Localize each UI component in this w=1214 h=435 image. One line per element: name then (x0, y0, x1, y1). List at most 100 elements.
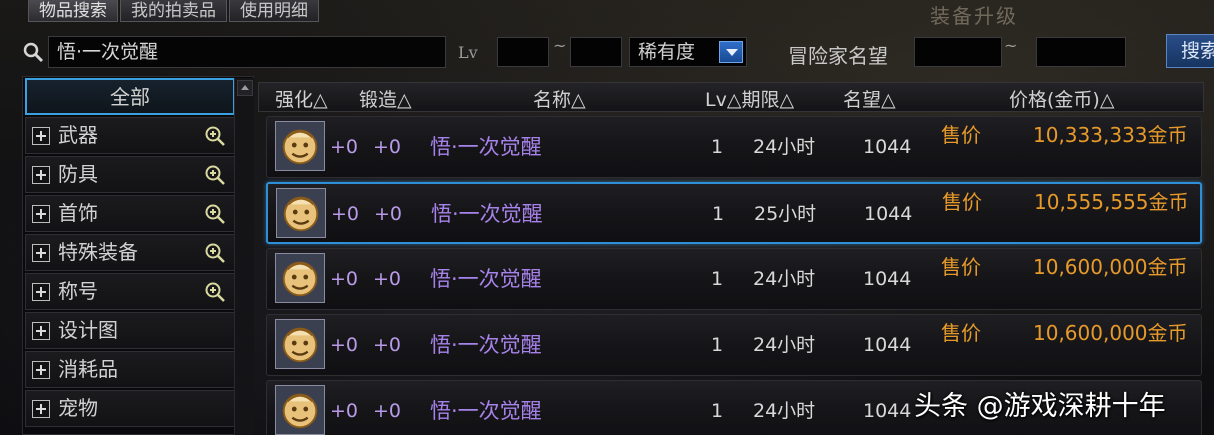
cell-period: 24小时 (753, 334, 816, 356)
adventurer-fame-label: 冒险家名望 (788, 44, 888, 68)
expand-plus-icon[interactable] (32, 283, 50, 301)
cell-lv: 1 (712, 203, 725, 225)
tab-item-search[interactable]: 物品搜索 (28, 0, 118, 22)
item-icon[interactable] (276, 188, 326, 238)
watermark: 头条 @游戏深耕十年 (914, 391, 1166, 422)
sidebar-item-label: 防具 (58, 162, 98, 186)
sidebar-item-title[interactable]: 称号 (25, 273, 235, 310)
lv-max-input[interactable] (570, 37, 622, 67)
search-icon[interactable] (22, 41, 44, 63)
cell-sale-label: 售价 (941, 321, 981, 345)
cell-forge: +0 (373, 400, 402, 422)
sidebar-item-label: 称号 (58, 279, 98, 303)
sidebar-item-consumable[interactable]: 消耗品 (25, 351, 235, 388)
cell-forge: +0 (373, 268, 402, 290)
sidebar-item-accessory[interactable]: 首饰 (25, 195, 235, 232)
cell-item-name: 悟·一次觉醒 (430, 135, 542, 159)
zoom-in-icon[interactable] (204, 203, 226, 225)
cell-strength: +0 (330, 268, 359, 290)
cell-price: 10,555,555金币 (1034, 190, 1189, 214)
scroll-up-arrow-icon[interactable] (237, 80, 253, 96)
sidebar-scrollbar[interactable] (234, 78, 254, 435)
cell-sale-label: 售价 (942, 190, 982, 214)
cell-lv: 1 (711, 268, 724, 290)
sidebar-item-pet[interactable]: 宠物 (25, 390, 235, 427)
cell-sale-label: 售价 (941, 255, 981, 279)
expand-plus-icon[interactable] (32, 400, 50, 418)
cell-item-name: 悟·一次觉醒 (431, 202, 543, 226)
sidebar-item-special-equipment[interactable]: 特殊装备 (25, 234, 235, 271)
cell-period: 25小时 (754, 203, 817, 225)
sidebar-item-all[interactable]: 全部 (25, 78, 235, 115)
zoom-in-icon[interactable] (204, 164, 226, 186)
cell-price: 10,600,000金币 (1033, 321, 1188, 345)
cell-fame: 1044 (863, 334, 912, 356)
cell-strength: +0 (330, 334, 359, 356)
item-icon[interactable] (275, 385, 325, 435)
chevron-down-icon[interactable] (719, 41, 743, 63)
expand-plus-icon[interactable] (32, 205, 50, 223)
sidebar-item-label: 设计图 (58, 318, 118, 342)
item-icon[interactable] (275, 319, 325, 369)
cell-fame: 1044 (864, 203, 913, 225)
table-row[interactable]: +0 +0 悟·一次觉醒 1 24小时 1044 售价 10,600,000金币 (266, 248, 1202, 310)
sidebar-item-label: 特殊装备 (58, 240, 138, 264)
sidebar-item-label: 首饰 (58, 201, 98, 225)
cell-price: 10,333,333金币 (1033, 123, 1188, 147)
rarity-select[interactable]: 稀有度 (629, 37, 747, 67)
tab-usage-details[interactable]: 使用明细 (229, 0, 319, 22)
results-table: 强化△ 锻造△ 名称△ Lv△期限△ 名望△ 价格(金币)△ +0 +0 悟·一… (258, 76, 1204, 435)
zoom-in-icon[interactable] (204, 125, 226, 147)
cell-strength: +0 (331, 203, 360, 225)
background-banner-text: 装备升级 (930, 4, 1018, 28)
cell-forge: +0 (373, 334, 402, 356)
table-row[interactable]: +0 +0 悟·一次觉醒 1 24小时 1044 售价 10,600,000金币 (266, 314, 1202, 376)
fame-range-tilde: ~ (1004, 36, 1018, 55)
zoom-in-icon[interactable] (204, 242, 226, 264)
cell-forge: +0 (374, 203, 403, 225)
tab-my-auctions[interactable]: 我的拍卖品 (120, 0, 227, 22)
cell-fame: 1044 (863, 400, 912, 422)
cell-lv: 1 (711, 400, 724, 422)
cell-fame: 1044 (863, 268, 912, 290)
cell-sale-label: 售价 (941, 123, 981, 147)
lv-label: Lv (458, 43, 478, 62)
header-name[interactable]: 名称△ (533, 85, 586, 112)
table-row[interactable]: +0 +0 悟·一次觉醒 1 24小时 1044 售价 10,333,333金币 (266, 116, 1202, 178)
cell-item-name: 悟·一次觉醒 (430, 399, 542, 423)
cell-lv: 1 (711, 136, 724, 158)
cell-period: 24小时 (753, 400, 816, 422)
zoom-in-icon[interactable] (204, 281, 226, 303)
tab-bar: 物品搜索 我的拍卖品 使用明细 (28, 0, 319, 22)
header-forge[interactable]: 锻造△ (359, 85, 412, 112)
expand-plus-icon[interactable] (32, 244, 50, 262)
expand-plus-icon[interactable] (32, 322, 50, 340)
header-strength[interactable]: 强化△ (275, 85, 328, 112)
search-input[interactable]: 悟·一次觉醒 (48, 36, 446, 68)
expand-plus-icon[interactable] (32, 361, 50, 379)
lv-range-tilde: ~ (553, 36, 567, 55)
fame-max-input[interactable] (1036, 37, 1126, 67)
expand-plus-icon[interactable] (32, 166, 50, 184)
sidebar-item-armor[interactable]: 防具 (25, 156, 235, 193)
table-row[interactable]: +0 +0 悟·一次觉醒 1 25小时 1044 售价 10,555,555金币 (266, 182, 1202, 244)
cell-strength: +0 (330, 400, 359, 422)
sidebar-item-weapon[interactable]: 武器 (25, 117, 235, 154)
item-icon[interactable] (275, 121, 325, 171)
cell-price: 10,600,000金币 (1033, 255, 1188, 279)
cell-period: 24小时 (753, 268, 816, 290)
item-icon[interactable] (275, 253, 325, 303)
lv-min-input[interactable] (497, 37, 549, 67)
cell-forge: +0 (373, 136, 402, 158)
fame-min-input[interactable] (914, 37, 1002, 67)
cell-item-name: 悟·一次觉醒 (430, 333, 542, 357)
search-button[interactable]: 搜索 (1166, 34, 1214, 68)
sidebar-item-blueprint[interactable]: 设计图 (25, 312, 235, 349)
header-fame[interactable]: 名望△ (843, 85, 896, 112)
cell-period: 24小时 (753, 136, 816, 158)
cell-lv: 1 (711, 334, 724, 356)
sidebar-item-label: 武器 (58, 123, 98, 147)
expand-plus-icon[interactable] (32, 127, 50, 145)
header-lv-period[interactable]: Lv△期限△ (705, 85, 794, 112)
cell-fame: 1044 (863, 136, 912, 158)
